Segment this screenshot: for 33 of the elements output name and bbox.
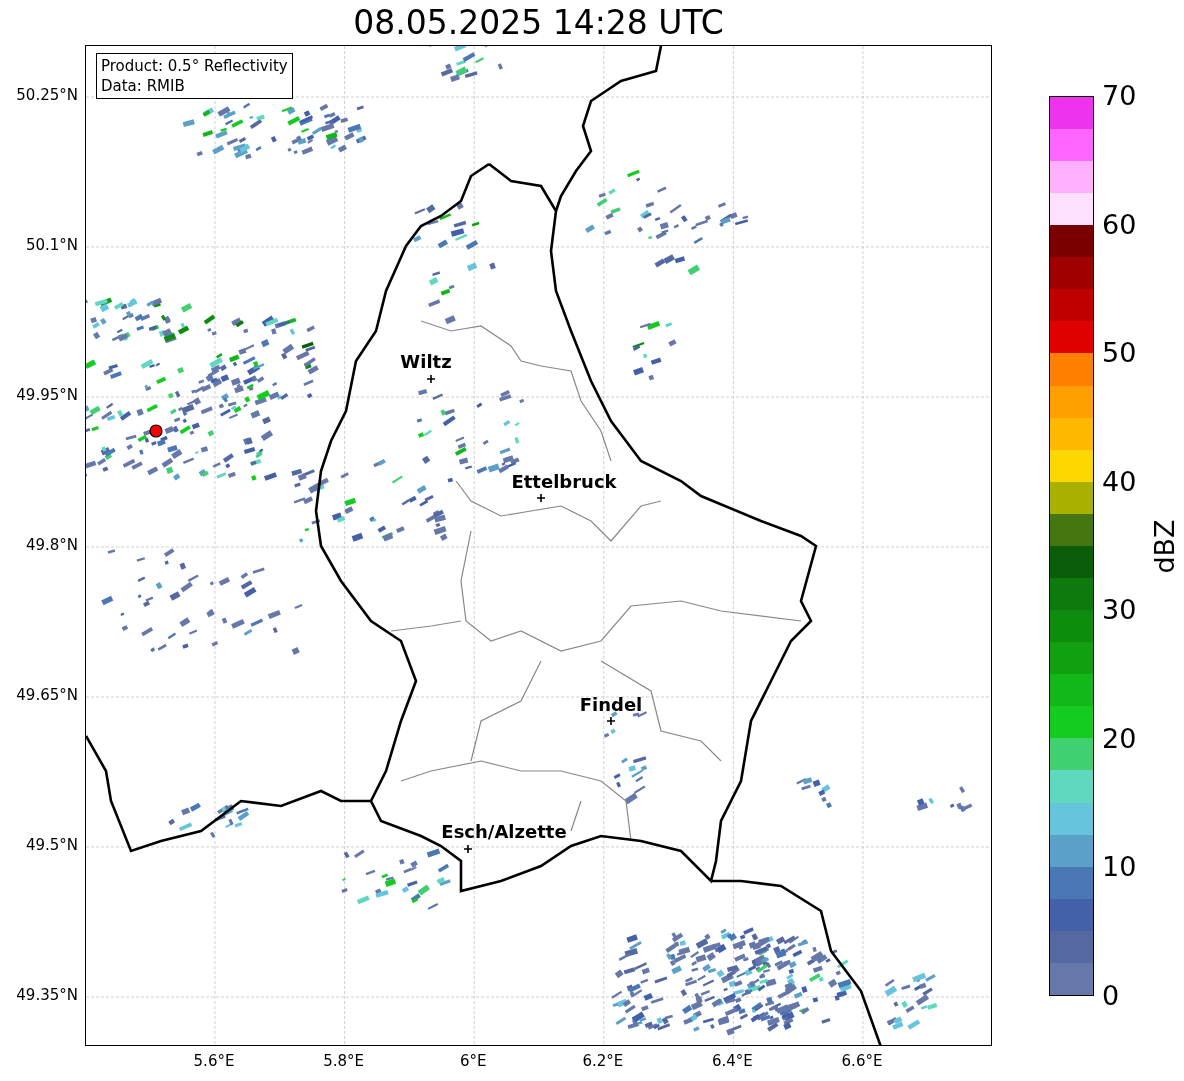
longitude-tick-label: 6.2°E [582, 1054, 624, 1069]
colorbar-tick-label: 0 [1102, 982, 1120, 1009]
longitude-tick-label: 6°E [459, 1054, 487, 1069]
info-text: Data: RMIB [101, 76, 186, 96]
colorbar-tick-label: 60 [1102, 210, 1137, 238]
latitude-tick-label: 49.5°N [25, 838, 78, 853]
city-marker-icon [607, 717, 615, 725]
city-label: Findel [579, 696, 643, 714]
longitude-tick-label: 5.8°E [323, 1054, 364, 1069]
longitude-tick-label: 6.6°E [841, 1054, 883, 1069]
chart-title: 08.05.2025 14:28 UTC [353, 6, 724, 39]
colorbar-tick-label: 40 [1102, 467, 1137, 495]
colorbar-tick-label: 20 [1102, 724, 1137, 752]
colorbar-tick-label: 50 [1102, 339, 1137, 367]
colorbar-tick-label: 70 [1102, 82, 1137, 109]
city-label: Ettelbruck [511, 473, 617, 491]
latitude-tick-label: 49.35°N [16, 988, 78, 1003]
colorbar-tick-label: 10 [1102, 853, 1137, 881]
city-marker-icon [427, 375, 435, 383]
latitude-tick-label: 49.65°N [16, 688, 78, 703]
latitude-tick-label: 49.8°N [25, 538, 78, 553]
city-label: Wiltz [400, 353, 452, 371]
latitude-tick-label: 49.95°N [16, 388, 78, 403]
latitude-tick-label: 50.25°N [16, 88, 78, 103]
longitude-tick-label: 6.4°E [711, 1054, 753, 1069]
city-label: Esch/Alzette [441, 823, 567, 841]
info-text: Product: 0.5° Reflectivity [101, 56, 288, 76]
longitude-tick-label: 5.6°E [193, 1054, 235, 1069]
latitude-tick-label: 50.1°N [25, 238, 78, 253]
city-marker-icon [537, 494, 545, 502]
city-marker-icon [464, 845, 472, 853]
colorbar-tick-label: 30 [1102, 596, 1137, 624]
colorbar-axis-label: dBZ [1150, 518, 1178, 574]
